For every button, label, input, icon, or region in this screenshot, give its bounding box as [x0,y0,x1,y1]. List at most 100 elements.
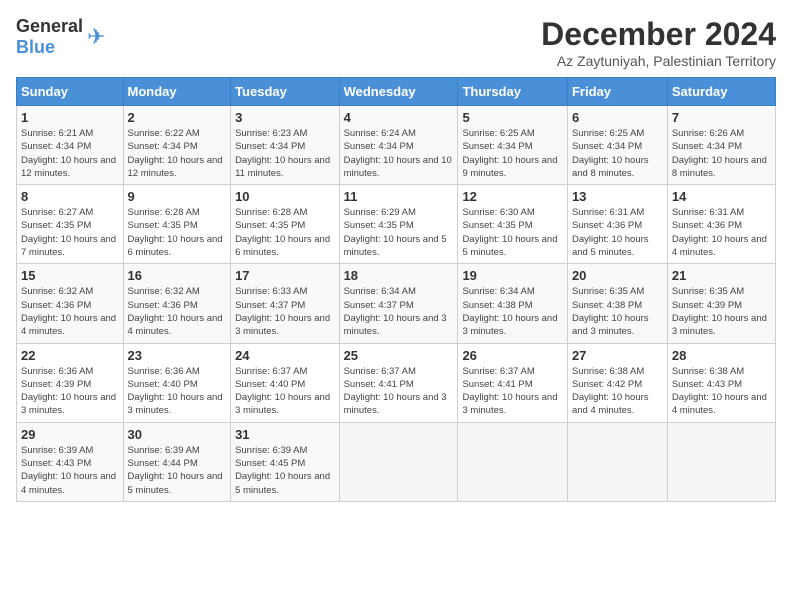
calendar-cell: 17 Sunrise: 6:33 AMSunset: 4:37 PMDayligh… [231,264,340,343]
day-number: 7 [672,110,771,125]
day-info: Sunrise: 6:36 AMSunset: 4:39 PMDaylight:… [21,365,119,418]
day-number: 24 [235,348,335,363]
day-info: Sunrise: 6:35 AMSunset: 4:39 PMDaylight:… [672,285,771,338]
calendar-cell: 6 Sunrise: 6:25 AMSunset: 4:34 PMDaylight… [567,106,667,185]
day-number: 9 [128,189,227,204]
day-number: 18 [344,268,454,283]
day-info: Sunrise: 6:37 AMSunset: 4:41 PMDaylight:… [462,365,563,418]
day-info: Sunrise: 6:23 AMSunset: 4:34 PMDaylight:… [235,127,335,180]
day-number: 5 [462,110,563,125]
calendar-cell [567,422,667,501]
day-number: 13 [572,189,663,204]
day-header-tuesday: Tuesday [231,78,340,106]
day-info: Sunrise: 6:36 AMSunset: 4:40 PMDaylight:… [128,365,227,418]
day-number: 2 [128,110,227,125]
bird-icon: ✈ [87,24,105,50]
calendar-cell [458,422,568,501]
day-number: 12 [462,189,563,204]
calendar-cell: 10Sunrise: 6:28 AMSunset: 4:35 PMDayligh… [231,185,340,264]
calendar-cell: 2 Sunrise: 6:22 AMSunset: 4:34 PMDaylight… [123,106,231,185]
title-section: December 2024 Az Zaytuniyah, Palestinian… [541,16,776,69]
day-info: Sunrise: 6:21 AMSunset: 4:34 PMDaylight:… [21,127,119,180]
calendar-cell: 12 Sunrise: 6:30 AMSunset: 4:35 PMDayligh… [458,185,568,264]
calendar-cell: 15 Sunrise: 6:32 AMSunset: 4:36 PMDayligh… [17,264,124,343]
day-number: 19 [462,268,563,283]
calendar-cell: 26Sunrise: 6:37 AMSunset: 4:41 PMDayligh… [458,343,568,422]
day-number: 22 [21,348,119,363]
day-number: 15 [21,268,119,283]
day-info: Sunrise: 6:32 AMSunset: 4:36 PMDaylight:… [128,285,227,338]
day-info: Sunrise: 6:39 AMSunset: 4:44 PMDaylight:… [128,444,227,497]
calendar-cell: 25 Sunrise: 6:37 AMSunset: 4:41 PMDayligh… [339,343,458,422]
day-header-wednesday: Wednesday [339,78,458,106]
calendar-cell: 19 Sunrise: 6:34 AMSunset: 4:38 PMDayligh… [458,264,568,343]
calendar-cell: 31 Sunrise: 6:39 AMSunset: 4:45 PMDayligh… [231,422,340,501]
day-number: 4 [344,110,454,125]
day-number: 23 [128,348,227,363]
day-header-thursday: Thursday [458,78,568,106]
calendar-cell: 5 Sunrise: 6:25 AMSunset: 4:34 PMDaylight… [458,106,568,185]
day-info: Sunrise: 6:30 AMSunset: 4:35 PMDaylight:… [462,206,563,259]
day-info: Sunrise: 6:24 AMSunset: 4:34 PMDaylight:… [344,127,454,180]
day-info: Sunrise: 6:39 AMSunset: 4:45 PMDaylight:… [235,444,335,497]
calendar-cell: 7 Sunrise: 6:26 AMSunset: 4:34 PMDaylight… [667,106,775,185]
calendar-cell: 8Sunrise: 6:27 AMSunset: 4:35 PMDaylight… [17,185,124,264]
calendar-cell: 18 Sunrise: 6:34 AMSunset: 4:37 PMDayligh… [339,264,458,343]
calendar-cell: 4 Sunrise: 6:24 AMSunset: 4:34 PMDaylight… [339,106,458,185]
calendar-cell: 23 Sunrise: 6:36 AMSunset: 4:40 PMDayligh… [123,343,231,422]
day-number: 3 [235,110,335,125]
day-header-sunday: Sunday [17,78,124,106]
day-info: Sunrise: 6:34 AMSunset: 4:37 PMDaylight:… [344,285,454,338]
day-info: Sunrise: 6:31 AMSunset: 4:36 PMDaylight:… [572,206,663,259]
day-number: 28 [672,348,771,363]
day-info: Sunrise: 6:37 AMSunset: 4:41 PMDaylight:… [344,365,454,418]
day-info: Sunrise: 6:35 AMSunset: 4:38 PMDaylight:… [572,285,663,338]
day-number: 25 [344,348,454,363]
day-info: Sunrise: 6:25 AMSunset: 4:34 PMDaylight:… [462,127,563,180]
calendar-cell: 11 Sunrise: 6:29 AMSunset: 4:35 PMDayligh… [339,185,458,264]
day-info: Sunrise: 6:31 AMSunset: 4:36 PMDaylight:… [672,206,771,259]
day-info: Sunrise: 6:29 AMSunset: 4:35 PMDaylight:… [344,206,454,259]
logo-text: General Blue [16,16,83,58]
day-info: Sunrise: 6:38 AMSunset: 4:43 PMDaylight:… [672,365,771,418]
calendar-cell: 13 Sunrise: 6:31 AMSunset: 4:36 PMDayligh… [567,185,667,264]
week-row: 15 Sunrise: 6:32 AMSunset: 4:36 PMDayligh… [17,264,776,343]
day-info: Sunrise: 6:27 AMSunset: 4:35 PMDaylight:… [21,206,119,259]
day-info: Sunrise: 6:25 AMSunset: 4:34 PMDaylight:… [572,127,663,180]
day-number: 11 [344,189,454,204]
day-info: Sunrise: 6:34 AMSunset: 4:38 PMDaylight:… [462,285,563,338]
calendar-cell [667,422,775,501]
calendar-cell: 3 Sunrise: 6:23 AMSunset: 4:34 PMDaylight… [231,106,340,185]
day-number: 6 [572,110,663,125]
calendar-cell: 29 Sunrise: 6:39 AMSunset: 4:43 PMDayligh… [17,422,124,501]
calendar-cell: 21 Sunrise: 6:35 AMSunset: 4:39 PMDayligh… [667,264,775,343]
logo-general: General [16,16,83,36]
day-number: 16 [128,268,227,283]
day-number: 21 [672,268,771,283]
day-number: 17 [235,268,335,283]
day-info: Sunrise: 6:33 AMSunset: 4:37 PMDaylight:… [235,285,335,338]
month-title: December 2024 [541,16,776,53]
day-info: Sunrise: 6:22 AMSunset: 4:34 PMDaylight:… [128,127,227,180]
location-title: Az Zaytuniyah, Palestinian Territory [541,53,776,69]
day-info: Sunrise: 6:32 AMSunset: 4:36 PMDaylight:… [21,285,119,338]
calendar-cell: 28 Sunrise: 6:38 AMSunset: 4:43 PMDayligh… [667,343,775,422]
day-info: Sunrise: 6:39 AMSunset: 4:43 PMDaylight:… [21,444,119,497]
day-info: Sunrise: 6:26 AMSunset: 4:34 PMDaylight:… [672,127,771,180]
logo: General Blue ✈ [16,16,105,58]
day-number: 29 [21,427,119,442]
day-info: Sunrise: 6:28 AMSunset: 4:35 PMDaylight:… [128,206,227,259]
week-row: 1 Sunrise: 6:21 AMSunset: 4:34 PMDaylight… [17,106,776,185]
day-number: 1 [21,110,119,125]
day-number: 27 [572,348,663,363]
day-number: 14 [672,189,771,204]
calendar-cell: 27 Sunrise: 6:38 AMSunset: 4:42 PMDayligh… [567,343,667,422]
day-info: Sunrise: 6:38 AMSunset: 4:42 PMDaylight:… [572,365,663,418]
calendar-cell: 22 Sunrise: 6:36 AMSunset: 4:39 PMDayligh… [17,343,124,422]
calendar-table: SundayMondayTuesdayWednesdayThursdayFrid… [16,77,776,502]
week-row: 29 Sunrise: 6:39 AMSunset: 4:43 PMDayligh… [17,422,776,501]
day-info: Sunrise: 6:37 AMSunset: 4:40 PMDaylight:… [235,365,335,418]
day-header-saturday: Saturday [667,78,775,106]
calendar-cell: 20Sunrise: 6:35 AMSunset: 4:38 PMDayligh… [567,264,667,343]
day-number: 31 [235,427,335,442]
